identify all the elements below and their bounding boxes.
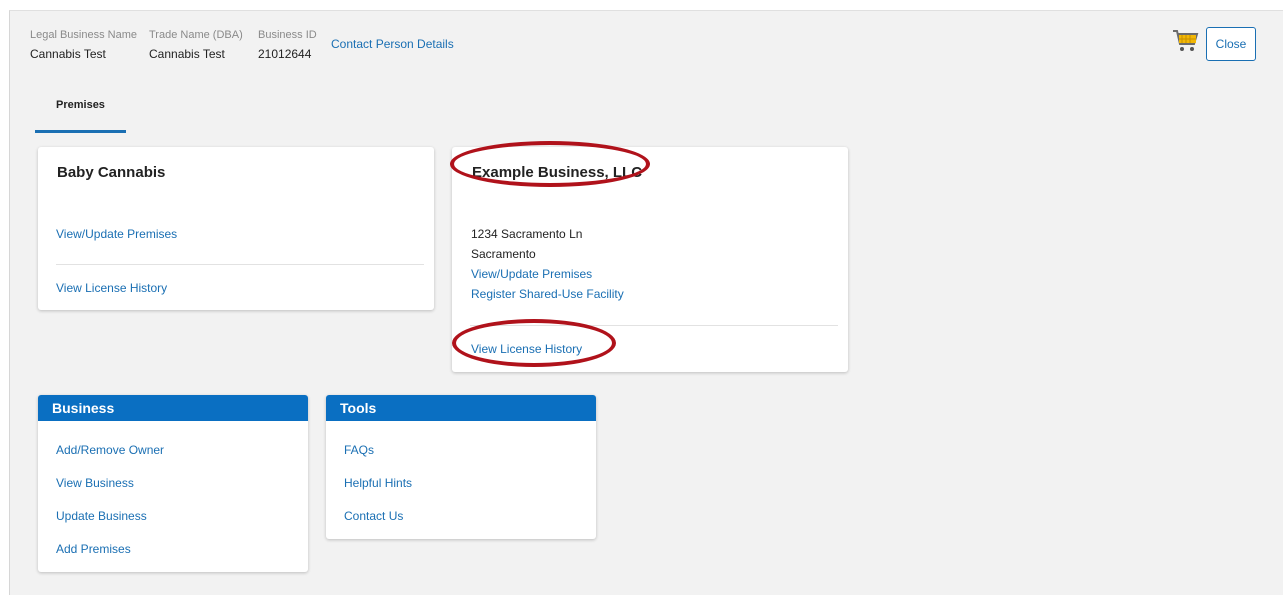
trade-name-value: Cannabis Test xyxy=(149,47,225,61)
add-premises-link[interactable]: Add Premises xyxy=(56,542,131,556)
tab-premises[interactable]: Premises xyxy=(35,91,126,133)
register-shared-use-facility-link[interactable]: Register Shared-Use Facility xyxy=(471,287,624,301)
tools-panel: Tools FAQs Helpful Hints Contact Us xyxy=(326,395,596,539)
legal-business-name-field: Legal Business Name Cannabis Test xyxy=(30,29,137,61)
view-update-premises-link[interactable]: View/Update Premises xyxy=(471,267,592,281)
view-update-premises-link[interactable]: View/Update Premises xyxy=(56,227,177,241)
premises-card-example-business: Example Business, LLC 1234 Sacramento Ln… xyxy=(450,141,848,372)
business-panel-title: Business xyxy=(38,395,308,421)
business-id-label: Business ID xyxy=(258,29,317,41)
business-id-field: Business ID 21012644 xyxy=(258,29,317,61)
card-divider xyxy=(470,325,838,326)
view-license-history-link[interactable]: View License History xyxy=(56,281,167,295)
update-business-link[interactable]: Update Business xyxy=(56,509,147,523)
add-remove-owner-link[interactable]: Add/Remove Owner xyxy=(56,443,164,457)
view-license-history-link[interactable]: View License History xyxy=(471,342,582,356)
contact-person-details-link[interactable]: Contact Person Details xyxy=(331,37,454,51)
active-tab-indicator xyxy=(35,130,126,133)
legal-business-name-value: Cannabis Test xyxy=(30,47,106,61)
trade-name-field: Trade Name (DBA) Cannabis Test xyxy=(149,29,243,61)
tools-panel-title: Tools xyxy=(326,395,596,421)
helpful-hints-link[interactable]: Helpful Hints xyxy=(344,476,412,490)
legal-business-name-label: Legal Business Name xyxy=(30,29,138,41)
shopping-cart-icon[interactable] xyxy=(1171,27,1199,55)
premises-name: Example Business, LLC xyxy=(472,164,643,181)
premises-name: Baby Cannabis xyxy=(57,164,166,181)
faqs-link[interactable]: FAQs xyxy=(344,443,374,457)
premises-card-baby-cannabis: Baby Cannabis View/Update Premises View … xyxy=(38,147,434,310)
view-business-link[interactable]: View Business xyxy=(56,476,134,490)
card-divider xyxy=(56,264,424,265)
trade-name-label: Trade Name (DBA) xyxy=(149,29,243,41)
business-id-value: 21012644 xyxy=(258,47,312,61)
address-line-1: 1234 Sacramento Ln xyxy=(471,227,583,241)
close-button[interactable]: Close xyxy=(1206,27,1256,61)
page-container: Legal Business Name Cannabis Test Trade … xyxy=(9,10,1283,595)
address-line-2: Sacramento xyxy=(471,247,536,261)
contact-us-link[interactable]: Contact Us xyxy=(344,509,403,523)
tab-premises-label: Premises xyxy=(56,99,105,111)
business-panel: Business Add/Remove Owner View Business … xyxy=(38,395,308,572)
